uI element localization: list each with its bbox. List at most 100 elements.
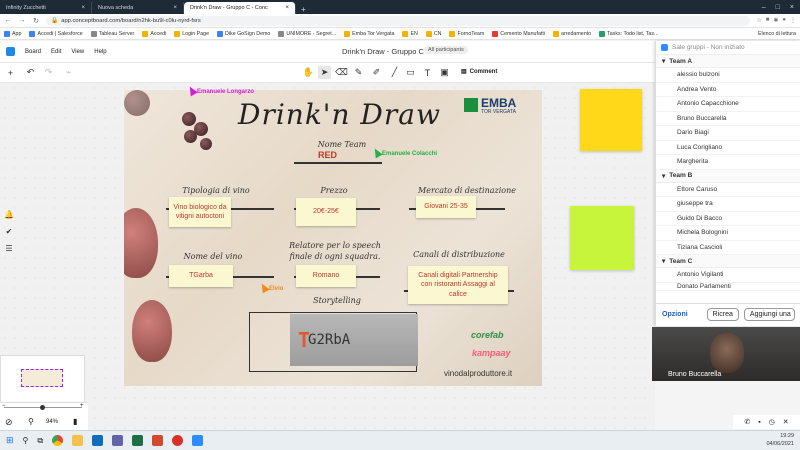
conceptboard-logo-icon[interactable] xyxy=(6,47,15,56)
redo-icon[interactable]: ↷ xyxy=(42,66,55,79)
system-clock[interactable]: 19:29 04/06/2021 xyxy=(766,433,794,447)
nome-vino-note[interactable]: TGarba xyxy=(169,265,233,287)
bookmark-item[interactable]: Tableau Server xyxy=(90,30,134,37)
bookmark-item[interactable]: CN xyxy=(425,30,441,37)
list-item[interactable]: Guido Di Bacco xyxy=(656,212,800,226)
list-item[interactable]: giuseppe tra xyxy=(656,197,800,212)
bookmark-item[interactable]: FornoTeam xyxy=(449,30,484,37)
bookmark-item[interactable]: Tasks: Todo list, Tas... xyxy=(599,30,658,37)
relatore-note[interactable]: Romano xyxy=(296,265,356,287)
image-icon[interactable]: ▣ xyxy=(438,66,451,79)
back-icon[interactable]: ← xyxy=(4,17,12,24)
mouse-icon[interactable]: ▮ xyxy=(73,417,77,426)
hand-icon[interactable]: ✋ xyxy=(302,66,315,79)
prezzo-note[interactable]: 20€-25€ xyxy=(296,198,356,226)
shape-icon[interactable]: ▭ xyxy=(404,66,417,79)
format-icon[interactable]: ⌁ xyxy=(62,66,75,79)
bookmark-item[interactable]: UNIMORE - Segret... xyxy=(278,30,336,37)
list-item[interactable]: alessio bulzoni xyxy=(656,68,800,83)
check-circle-icon[interactable]: ✔ xyxy=(6,227,13,236)
bookmark-item[interactable]: Dike GoSign Demo xyxy=(217,30,270,37)
maximize-icon[interactable]: □ xyxy=(776,4,780,11)
add-icon[interactable]: + xyxy=(4,66,17,79)
list-icon[interactable]: ☰ xyxy=(5,244,12,253)
mercato-note[interactable]: Giovani 25-35 xyxy=(416,196,476,218)
minimize-icon[interactable]: – xyxy=(762,4,766,11)
magnifier-icon[interactable]: ⚲ xyxy=(28,417,34,426)
puzzle-icon[interactable]: ✱ xyxy=(773,17,778,24)
list-item[interactable]: Donato Parlamenti xyxy=(656,283,800,291)
menu-view[interactable]: View xyxy=(71,49,84,55)
zoom-in-icon[interactable]: + xyxy=(80,403,84,409)
storytelling-image[interactable]: T G2RbA xyxy=(290,314,418,366)
timer-icon[interactable]: ◷ xyxy=(769,418,775,426)
list-item[interactable]: Andrea Vento xyxy=(656,83,800,97)
search-icon[interactable]: ⚲ xyxy=(23,436,29,445)
close-icon[interactable]: ✕ xyxy=(783,418,789,426)
team-a-row[interactable]: ▾ Team A xyxy=(656,55,800,68)
bookmark-item[interactable]: Login Page xyxy=(174,30,209,37)
task-view-icon[interactable]: ⧉ xyxy=(37,436,43,446)
compass-icon[interactable]: ⊘ xyxy=(5,417,13,428)
minimap[interactable] xyxy=(0,355,85,403)
list-item[interactable]: Dario Biagi xyxy=(656,126,800,141)
yellow-sticky-note[interactable] xyxy=(580,89,642,151)
chrome-icon[interactable] xyxy=(52,435,64,446)
teams-icon[interactable] xyxy=(112,435,124,446)
powerpoint-icon[interactable] xyxy=(152,435,164,446)
list-item[interactable]: Antonio Capacchione xyxy=(656,97,800,112)
file-explorer-icon[interactable] xyxy=(72,435,84,446)
extension-icon[interactable]: ■ xyxy=(766,17,770,24)
undo-icon[interactable]: ↶ xyxy=(24,66,37,79)
eraser-icon[interactable]: ⌫ xyxy=(335,66,348,79)
green-sticky-note[interactable] xyxy=(570,206,634,270)
browser-tab-new[interactable]: Nuova scheda × xyxy=(92,2,184,14)
list-item[interactable]: Luca Corigliano xyxy=(656,141,800,155)
close-tab-icon[interactable]: × xyxy=(173,5,177,11)
bookmark-item[interactable]: Accedi | Salesforce xyxy=(29,30,83,37)
zoom-taskbar-icon[interactable] xyxy=(192,435,204,446)
bookmark-item[interactable]: arredamento xyxy=(553,30,591,37)
forward-icon[interactable]: → xyxy=(18,17,26,24)
phone-icon[interactable]: ✆ xyxy=(744,418,750,426)
outlook-icon[interactable] xyxy=(92,435,104,446)
star-icon[interactable]: ☆ xyxy=(756,17,761,24)
menu-board[interactable]: Board xyxy=(25,49,41,55)
zoom-out-icon[interactable]: − xyxy=(2,403,6,409)
browser-tab-infinity[interactable]: Infinity Zucchetti × xyxy=(0,2,92,14)
bookmark-item[interactable]: Emba Tor Vergata xyxy=(344,30,394,37)
windows-start-icon[interactable]: ⊞ xyxy=(6,435,14,446)
menu-help[interactable]: Help xyxy=(94,49,106,55)
recreate-button[interactable]: Ricrea xyxy=(706,308,739,321)
menu-edit[interactable]: Edit xyxy=(51,49,61,55)
url-input[interactable]: 🔒 app.conceptboard.com/board/n2hk-bu9i-c0… xyxy=(46,15,751,26)
bookmark-item[interactable]: EN xyxy=(402,30,418,37)
bookmark-item[interactable]: Cemento Manufatti xyxy=(492,30,545,37)
tipologia-note[interactable]: Vino biologico da vitigni autoctoni xyxy=(169,197,231,227)
marker-icon[interactable]: ✐ xyxy=(370,66,383,79)
reading-list[interactable]: Elenco di lettura xyxy=(758,31,796,37)
camera-icon[interactable]: ▪ xyxy=(758,419,760,426)
team-c-row[interactable]: ▾ Team C xyxy=(656,255,800,268)
close-window-icon[interactable]: × xyxy=(790,4,794,11)
bookmark-item[interactable]: Accedi xyxy=(142,30,166,37)
reload-icon[interactable]: ↻ xyxy=(32,17,40,25)
zoom-slider-handle[interactable] xyxy=(40,405,45,410)
profile-icon[interactable]: ● xyxy=(782,17,786,24)
app-icon[interactable] xyxy=(172,435,184,446)
browser-tab-conceptboard[interactable]: Drink'n Draw - Gruppo C - Conc × xyxy=(184,2,296,14)
comment-button[interactable]: ▤ Comment xyxy=(461,68,497,76)
minimap-viewport[interactable] xyxy=(21,369,63,387)
list-item[interactable]: Bruno Buccarella xyxy=(656,112,800,126)
menu-dots-icon[interactable]: ⋮ xyxy=(790,17,796,24)
options-button[interactable]: Opzioni xyxy=(662,311,688,318)
new-tab-button[interactable]: + xyxy=(296,5,311,14)
excel-icon[interactable] xyxy=(132,435,144,446)
bookmark-item[interactable]: App xyxy=(4,30,21,37)
close-tab-icon[interactable]: × xyxy=(81,5,85,11)
list-item[interactable]: Tiziana Cascioli xyxy=(656,241,800,255)
list-item[interactable]: Michela Bolognini xyxy=(656,226,800,241)
team-b-row[interactable]: ▾ Team B xyxy=(656,169,800,183)
text-icon[interactable]: T xyxy=(421,66,434,79)
add-room-button[interactable]: Aggiungi una xyxy=(743,308,795,321)
